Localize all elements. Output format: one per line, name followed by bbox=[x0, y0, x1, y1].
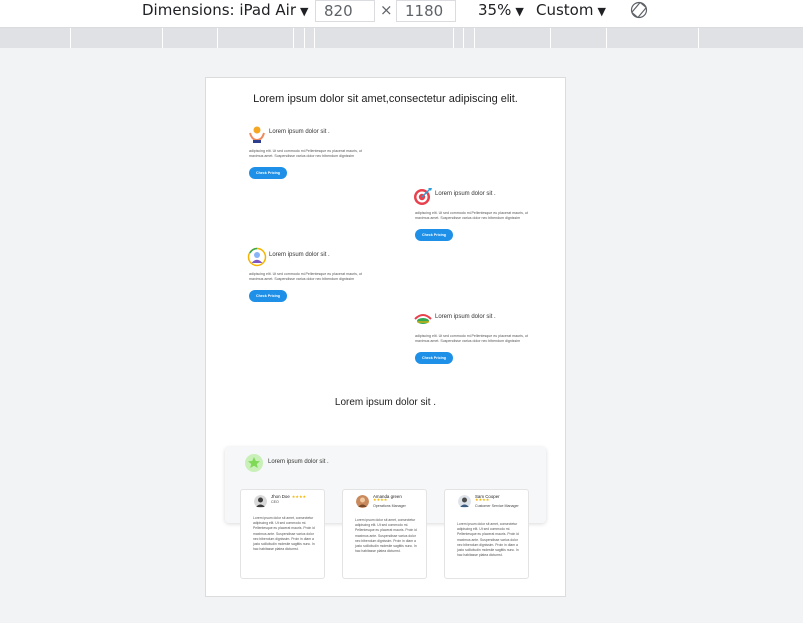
feature-title: Lorem ipsum dolor sit . bbox=[269, 252, 330, 258]
width-input[interactable]: 820 bbox=[315, 0, 375, 22]
zoom-label: 35% bbox=[478, 1, 512, 19]
testimonial-rating-row: ★★★★ bbox=[475, 498, 525, 502]
media-query-tick bbox=[70, 28, 71, 48]
media-query-bar[interactable] bbox=[0, 28, 803, 48]
caret-down-icon: ▼ bbox=[299, 5, 309, 18]
device-toolbar: Dimensions: iPad Air ▼ 820 × 1180 35% ▼ Cu… bbox=[0, 0, 803, 28]
avatar bbox=[356, 495, 369, 508]
testimonial-card: Jhon Doe ★★★★ CEO Lorem ipsum dolor sit a… bbox=[240, 489, 325, 579]
media-query-tick bbox=[474, 28, 475, 48]
caret-down-icon: ▼ bbox=[515, 5, 524, 18]
check-pricing-button[interactable]: Check Pricing bbox=[249, 290, 287, 302]
dimensions-dropdown[interactable]: Dimensions: iPad Air ▼ bbox=[142, 0, 308, 27]
dimensions-label: Dimensions: iPad Air bbox=[142, 1, 296, 19]
feature-title: Lorem ipsum dolor sit . bbox=[435, 314, 496, 320]
feature-title: Lorem ipsum dolor sit . bbox=[435, 191, 496, 197]
check-pricing-button[interactable]: Check Pricing bbox=[249, 167, 287, 179]
testimonials-title: Lorem ipsum dolor sit . bbox=[268, 459, 329, 465]
throttle-dropdown[interactable]: Custom ▼ bbox=[536, 0, 606, 27]
star-rating: ★★★★ bbox=[291, 494, 307, 499]
caret-down-icon: ▼ bbox=[597, 5, 606, 18]
check-pricing-button[interactable]: Check Pricing bbox=[415, 229, 453, 241]
user-circle-icon bbox=[247, 247, 267, 267]
testimonial-role: Customer Service Manager bbox=[475, 504, 519, 508]
hand-coin-icon bbox=[249, 126, 265, 143]
star-rating: ★★★★ bbox=[373, 497, 388, 502]
media-query-tick bbox=[606, 28, 607, 48]
media-query-tick bbox=[550, 28, 551, 48]
feature-title: Lorem ipsum dolor sit . bbox=[269, 129, 330, 135]
target-icon bbox=[414, 188, 432, 205]
feature-description: adipiscing elit. Ut sed commodo mi.Pelle… bbox=[249, 272, 362, 281]
testimonial-name: Jhon Doe ★★★★ bbox=[271, 494, 306, 499]
testimonial-rating-row: ★★★★ bbox=[373, 498, 423, 502]
media-query-tick bbox=[463, 28, 464, 48]
media-query-tick bbox=[217, 28, 218, 48]
media-query-tick bbox=[314, 28, 315, 48]
media-query-tick bbox=[304, 28, 305, 48]
testimonial-name-text: Jhon Doe bbox=[271, 494, 290, 499]
media-query-tick bbox=[453, 28, 454, 48]
avatar bbox=[254, 495, 267, 508]
feature-description: adipiscing elit. Ut sed commodo mi.Pelle… bbox=[415, 334, 528, 343]
media-query-tick bbox=[293, 28, 294, 48]
testimonial-review: Lorem ipsum dolor sit amet, consectetur … bbox=[457, 522, 519, 558]
media-query-tick bbox=[162, 28, 163, 48]
zoom-dropdown[interactable]: 35% ▼ bbox=[478, 0, 524, 27]
testimonial-card: Amanda green ★★★★ Operations Manager Lor… bbox=[342, 489, 427, 579]
times-separator: × bbox=[380, 1, 393, 19]
star-rating: ★★★★ bbox=[475, 497, 490, 502]
badge-icon bbox=[245, 454, 263, 472]
testimonial-review: Lorem ipsum dolor sit amet, consectetur … bbox=[253, 516, 315, 552]
testimonial-role: CEO bbox=[271, 500, 279, 504]
section-title: Lorem ipsum dolor sit . bbox=[334, 397, 437, 408]
avatar bbox=[458, 495, 471, 508]
device-viewport: Lorem ipsum dolor sit amet,consectetur a… bbox=[205, 77, 566, 597]
check-pricing-button[interactable]: Check Pricing bbox=[415, 352, 453, 364]
handshake-icon bbox=[414, 314, 432, 324]
rotate-icon[interactable] bbox=[629, 0, 649, 20]
feature-description: adipiscing elit. Ut sed commodo mi.Pelle… bbox=[249, 149, 362, 158]
testimonial-review: Lorem ipsum dolor sit amet, consectetur … bbox=[355, 518, 417, 554]
feature-description: adipiscing elit. Ut sed commodo mi.Pelle… bbox=[415, 211, 528, 220]
page-title: Lorem ipsum dolor sit amet,consectetur a… bbox=[253, 93, 518, 105]
testimonial-role: Operations Manager bbox=[373, 504, 406, 508]
testimonial-card: Sam Cooper ★★★★ Customer Service Manager… bbox=[444, 489, 529, 579]
throttle-label: Custom bbox=[536, 1, 594, 19]
height-input[interactable]: 1180 bbox=[396, 0, 456, 22]
media-query-tick bbox=[698, 28, 699, 48]
